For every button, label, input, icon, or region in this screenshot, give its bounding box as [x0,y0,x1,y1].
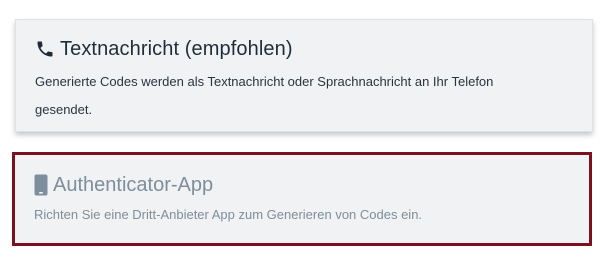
option-authenticator-app[interactable]: Authenticator-App Richten Sie eine Dritt… [12,152,592,246]
option-text-message-title: Textnachricht (empfohlen) [60,37,293,60]
option-authenticator-app-header: Authenticator-App [34,172,589,198]
two-factor-method-options: Textnachricht (empfohlen) Generierte Cod… [0,0,605,259]
mobile-device-icon [34,174,48,196]
option-authenticator-app-title: Authenticator-App [53,173,214,196]
option-text-message[interactable]: Textnachricht (empfohlen) Generierte Cod… [15,19,593,132]
option-text-message-description: Generierte Codes werden als Textnachrich… [35,74,494,117]
phone-icon [35,39,55,59]
option-authenticator-app-description: Richten Sie eine Dritt-Anbieter App zum … [34,207,423,222]
option-text-message-header: Textnachricht (empfohlen) [35,36,592,62]
